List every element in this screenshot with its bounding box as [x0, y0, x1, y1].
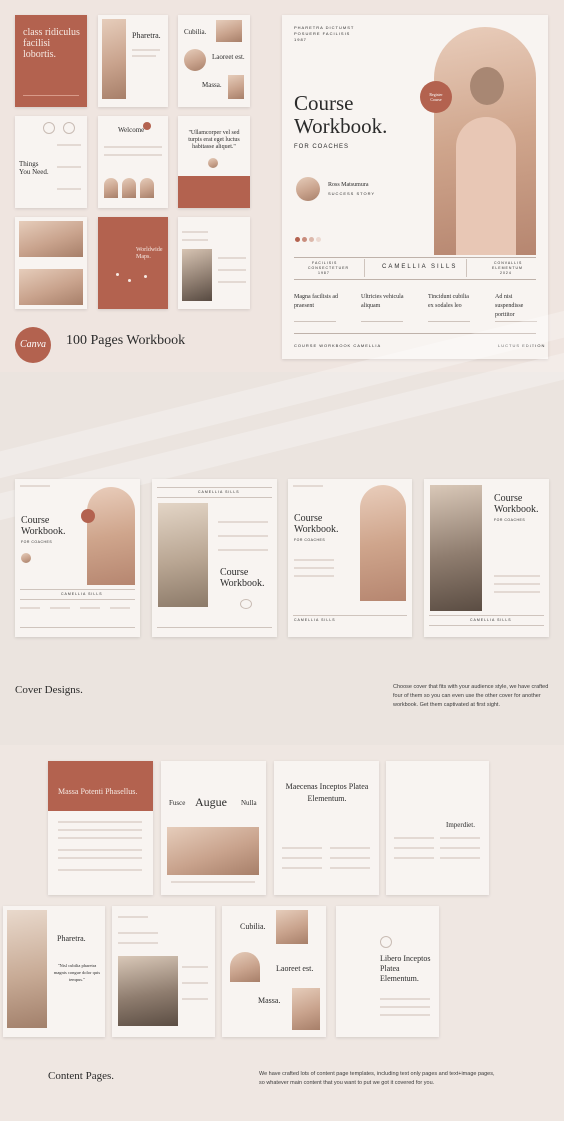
cover-footer-left: COURSE WORKBOOK CAMELLIA: [294, 343, 382, 348]
cover-col-2: Ultricies vehicula aliquam: [361, 294, 404, 309]
band-right-1: CONVALLIS: [494, 261, 523, 265]
thumb-photo: [102, 19, 126, 99]
p7-massa: Massa.: [258, 996, 281, 1005]
thumb-title-page: class ridiculus facilisi lobortis.: [15, 15, 87, 107]
workbook-overview-section: class ridiculus facilisi lobortis. Phare…: [0, 0, 564, 372]
cover-meta-1: PHARETRA DICTUMST: [294, 25, 355, 30]
thumb-laoreet-text: Laoreet est.: [212, 53, 245, 61]
p7-laoreet: Laoreet est.: [276, 964, 314, 973]
content-pages-section: Massa Potenti Phasellus. Fusce Augue Nul…: [0, 745, 564, 1121]
badge-line-2: Course: [430, 97, 442, 102]
band-left-2: CONSECTETUER: [308, 266, 349, 270]
c3-band: CAMELLIA SILLS: [294, 618, 336, 622]
content-page-2: Fusce Augue Nulla: [161, 761, 266, 895]
thumb-things-page: Things You Need.: [15, 116, 87, 208]
canva-logo-text: Canva: [19, 339, 47, 350]
cover-design-2: CAMELLIA SILLS Course Workbook.: [152, 479, 277, 637]
c1-sub: FOR COACHES: [21, 540, 53, 544]
c3-title-2: Workbook.: [294, 524, 339, 535]
cover-design-1: Course Workbook. FOR COACHES CAMELLIA SI…: [15, 479, 140, 637]
thumb-welcome-page: Welcome: [98, 116, 168, 208]
thumb-pharetra-page: Pharetra.: [98, 15, 168, 107]
cover-title-1: Course: [294, 91, 354, 115]
register-badge[interactable]: Register Course: [420, 81, 452, 113]
thumb-welcome-text: Welcome: [118, 126, 145, 134]
cover-design-4: Course Workbook. FOR COACHES CAMELLIA SI…: [424, 479, 549, 637]
cover-subtitle: FOR COACHES: [294, 144, 350, 150]
p5-title: Pharetra.: [57, 934, 86, 943]
c3-title-1: Course: [294, 513, 323, 524]
c3-sub: FOR COACHES: [294, 538, 326, 542]
p1-title: Massa Potenti Phasellus.: [58, 787, 138, 796]
content-page-8: Libero Inceptos Platea Elementum.: [336, 906, 439, 1037]
content-page-3: Maecenas Inceptos Platea Elementum.: [274, 761, 379, 895]
content-pages-description: We have crafted lots of content page tem…: [259, 1071, 495, 1086]
cover-col-4: Ad nisi suspendisse porttitor: [495, 294, 524, 318]
thumb-quote-page: "Ullamcorper vel sed turpis erat eget lu…: [178, 116, 250, 208]
p4-title: Imperdiet.: [446, 821, 475, 829]
band-center: CAMELLIA SILLS: [382, 264, 458, 270]
p2-augue: Augue: [195, 795, 227, 809]
band-right-2: ELEMENTUM: [492, 266, 523, 270]
p3-title: Maecenas Inceptos Platea Elementum.: [285, 782, 369, 803]
cover-col-3: Tincidunt cubilia ex sodales leo: [428, 294, 469, 309]
content-page-5: Pharetra. "Nisl cubilia pharetra magnis …: [3, 906, 105, 1037]
canva-logo: Canva: [15, 327, 51, 363]
c2-band: CAMELLIA SILLS: [198, 490, 240, 494]
thumb-quote-text: "Ullamcorper vel sed turpis erat eget lu…: [188, 130, 240, 150]
thumb-cubilia-page: Cubilia. Laoreet est. Massa.: [178, 15, 250, 107]
cover-col-1: Magna facilisis ad praesent: [294, 294, 338, 309]
c4-band: CAMELLIA SILLS: [470, 618, 512, 622]
thumb-worldwide-text: Worldwide Maps.: [136, 247, 163, 260]
band-left-3: 1987: [318, 271, 330, 275]
thumb-things-text: Things You Need.: [19, 160, 49, 176]
content-page-6: [112, 906, 215, 1037]
cover-meta-3: 1987: [294, 37, 307, 42]
main-cover-page: PHARETRA DICTUMST POSUERE FACILISIS 1987…: [282, 15, 548, 359]
p2-nulla: Nulla: [241, 799, 257, 807]
cover-title-2: Workbook.: [294, 114, 388, 138]
content-page-7: Cubilia. Laoreet est. Massa.: [222, 906, 326, 1037]
c1-title-1: Course: [21, 515, 50, 526]
c4-title-1: Course: [494, 493, 523, 504]
p8-title: Libero Inceptos Platea Elementum.: [380, 954, 431, 983]
thumb-pharetra-text: Pharetra.: [132, 31, 161, 40]
pages-label: 100 Pages Workbook: [66, 333, 186, 348]
cover-designs-heading: Cover Designs.: [15, 684, 83, 696]
band-left-1: FACILISIS: [312, 261, 338, 265]
thumb-title-text: class ridiculus facilisi lobortis.: [23, 27, 80, 60]
cover-designs-description: Choose cover that fits with your audienc…: [393, 684, 549, 708]
cover-designs-section: Course Workbook. FOR COACHES CAMELLIA SI…: [0, 304, 564, 745]
c2-title-2: Workbook.: [220, 578, 265, 589]
author-role: SUCCESS STORY: [328, 191, 376, 196]
thumb-worldwide-page: Worldwide Maps.: [98, 217, 168, 309]
author-avatar: [296, 177, 320, 201]
p2-fusce: Fusce: [169, 799, 186, 807]
cover-meta-2: POSUERE FACILISIS: [294, 31, 351, 36]
content-page-4: Imperdiet.: [386, 761, 489, 895]
thumb-photos-page: [15, 217, 87, 309]
p7-cubilia: Cubilia.: [240, 922, 266, 931]
band-right-3: 2024: [500, 271, 512, 275]
thumb-massa-text: Massa.: [202, 81, 222, 89]
thumb-cubilia-text: Cubilia.: [184, 28, 207, 36]
content-page-1: Massa Potenti Phasellus.: [48, 761, 153, 895]
c4-sub: FOR COACHES: [494, 518, 526, 522]
thumb-portrait-page: [178, 217, 250, 309]
cover-arch-photo: [434, 27, 536, 255]
c1-band: CAMELLIA SILLS: [61, 592, 103, 596]
c1-title-2: Workbook.: [21, 526, 66, 537]
p5-quote: "Nisl cubilia pharetra magnis congue dol…: [53, 963, 101, 982]
cover-design-3: Course Workbook. FOR COACHES CAMELLIA SI…: [288, 479, 412, 637]
c4-title-2: Workbook.: [494, 504, 539, 515]
c2-title-1: Course: [220, 567, 249, 578]
content-pages-heading: Content Pages.: [48, 1070, 114, 1082]
author-name: Ross Matsumura: [328, 182, 369, 188]
